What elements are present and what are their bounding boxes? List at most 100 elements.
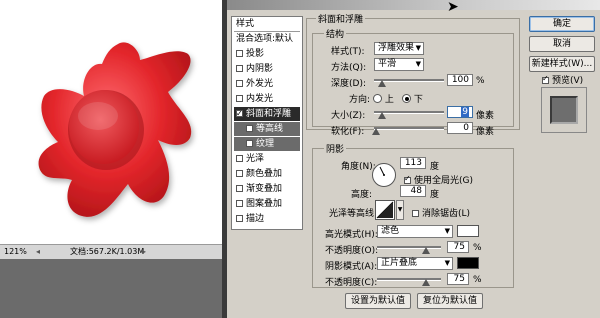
shadow-opacity-thumb[interactable] [422, 279, 430, 286]
soften-slider-thumb[interactable] [372, 128, 380, 135]
soften-label: 软化(F): [331, 127, 365, 137]
style-item-label: 内发光 [246, 94, 274, 104]
status-menu-icon[interactable]: ▸ [142, 245, 146, 259]
style-item-label: 光泽 [246, 154, 265, 164]
status-arrow-icon: ◂ [36, 247, 41, 256]
method-select-value: 平滑 [378, 59, 397, 69]
antialias-checkbox[interactable] [412, 210, 419, 217]
style-list-item[interactable]: 渐变叠加 [234, 182, 300, 196]
style-item-checkbox[interactable] [236, 215, 243, 222]
style-item-checkbox[interactable] [236, 185, 243, 192]
size-unit: 像素 [476, 111, 495, 121]
soften-slider-track[interactable] [374, 127, 444, 130]
shadow-opacity-label: 不透明度(C): [325, 278, 378, 288]
size-label: 大小(Z): [331, 111, 366, 121]
highlight-opacity-unit: % [473, 243, 482, 253]
direction-down-radio[interactable] [402, 94, 411, 103]
preview-label: 预览(V) [552, 76, 584, 86]
mouse-cursor-icon: ➤ [447, 0, 459, 15]
style-item-label: 纹理 [256, 139, 275, 149]
document-size: 文档:567.2K/1.03M [70, 247, 145, 256]
contour-dropdown-arrow-icon[interactable]: ▼ [396, 200, 404, 220]
direction-down-option[interactable]: 下 [402, 92, 423, 105]
reset-default-button[interactable]: 复位为默认值 [417, 293, 483, 309]
depth-input[interactable]: 100 [447, 74, 473, 86]
preview-swatch [541, 87, 587, 133]
style-item-checkbox[interactable] [236, 80, 243, 87]
style-item-checkbox[interactable] [236, 107, 243, 121]
style-list-item[interactable]: 外发光 [234, 77, 300, 91]
document-canvas[interactable] [0, 0, 222, 244]
style-list-item[interactable]: 混合选项:默认 [234, 32, 300, 46]
zoom-level[interactable]: 121% [4, 245, 27, 259]
soften-unit: 像素 [476, 127, 495, 137]
shadow-color-swatch[interactable] [457, 257, 479, 269]
shading-title: 阴影 [324, 142, 347, 155]
altitude-unit: 度 [430, 190, 440, 200]
antialias-row[interactable]: 消除锯齿(L) [410, 206, 470, 219]
cancel-button[interactable]: 取消 [529, 36, 595, 52]
style-item-checkbox[interactable] [246, 125, 253, 132]
altitude-input[interactable]: 48 [400, 185, 426, 197]
shadow-opacity-unit: % [473, 275, 482, 285]
style-list-item[interactable]: 斜面和浮雕 [234, 107, 300, 121]
style-item-checkbox[interactable] [236, 170, 243, 177]
size-input-value: 9 [461, 107, 469, 117]
styles-list: 样式 混合选项:默认投影内阴影外发光内发光斜面和浮雕等高线纹理光泽颜色叠加渐变叠… [231, 16, 303, 230]
angle-input[interactable]: 113 [400, 157, 426, 169]
style-item-label: 内阴影 [246, 64, 274, 74]
styles-list-header[interactable]: 样式 [234, 17, 300, 32]
depth-slider-thumb[interactable] [378, 80, 386, 87]
style-item-checkbox[interactable] [236, 200, 243, 207]
dialog-titlebar[interactable] [227, 0, 600, 10]
style-list-item[interactable]: 描边 [234, 212, 300, 226]
direction-down-label: 下 [413, 95, 423, 105]
method-select[interactable]: 平滑 ▼ [374, 58, 424, 71]
size-slider-thumb[interactable] [378, 112, 386, 119]
angle-dial[interactable] [372, 163, 396, 187]
style-select-value: 浮雕效果 [378, 43, 415, 53]
style-item-checkbox[interactable] [246, 140, 253, 147]
style-list-item[interactable]: 内阴影 [234, 62, 300, 76]
size-input[interactable]: 9 [447, 106, 473, 118]
style-list-item[interactable]: 等高线 [234, 122, 300, 136]
soften-input[interactable]: 0 [447, 122, 473, 134]
preview-checkbox-row[interactable]: 预览(V) [540, 73, 583, 86]
style-select[interactable]: 浮雕效果 ▼ [374, 42, 424, 55]
style-list-item[interactable]: 颜色叠加 [234, 167, 300, 181]
depth-unit: % [476, 76, 485, 86]
direction-up-option[interactable]: 上 [373, 92, 394, 105]
style-list-item[interactable]: 图案叠加 [234, 197, 300, 211]
red-splat-image [38, 42, 192, 217]
highlight-opacity-input[interactable]: 75 [447, 241, 469, 253]
ok-button[interactable]: 确定 [529, 16, 595, 32]
style-item-checkbox[interactable] [236, 65, 243, 72]
new-style-button[interactable]: 新建样式(W)... [529, 56, 595, 72]
chevron-down-icon: ▼ [444, 259, 450, 267]
global-light-checkbox[interactable] [404, 174, 411, 184]
shadow-mode-select[interactable]: 正片叠底 ▼ [377, 257, 453, 270]
highlight-mode-select[interactable]: 滤色 ▼ [377, 225, 453, 238]
direction-label: 方向: [349, 95, 371, 105]
shadow-opacity-input[interactable]: 75 [447, 273, 469, 285]
shadow-opacity-track[interactable] [377, 278, 441, 281]
style-list-item[interactable]: 纹理 [234, 137, 300, 151]
style-item-checkbox[interactable] [236, 50, 243, 57]
style-list-item[interactable]: 光泽 [234, 152, 300, 166]
direction-up-radio[interactable] [373, 94, 382, 103]
highlight-opacity-track[interactable] [377, 246, 441, 249]
highlight-opacity-thumb[interactable] [422, 247, 430, 254]
style-item-checkbox[interactable] [236, 155, 243, 162]
style-item-checkbox[interactable] [236, 95, 243, 102]
workspace-background [0, 259, 222, 318]
angle-unit: 度 [430, 162, 440, 172]
style-list-item[interactable]: 投影 [234, 47, 300, 61]
preview-checkbox[interactable] [542, 74, 549, 84]
gloss-contour-label: 光泽等高线: [329, 209, 378, 219]
set-default-button[interactable]: 设置为默认值 [345, 293, 411, 309]
gloss-contour-picker[interactable] [375, 200, 395, 220]
highlight-color-swatch[interactable] [457, 225, 479, 237]
chevron-down-icon: ▼ [415, 60, 421, 68]
style-list-item[interactable]: 内发光 [234, 92, 300, 106]
style-item-label: 等高线 [256, 124, 284, 134]
